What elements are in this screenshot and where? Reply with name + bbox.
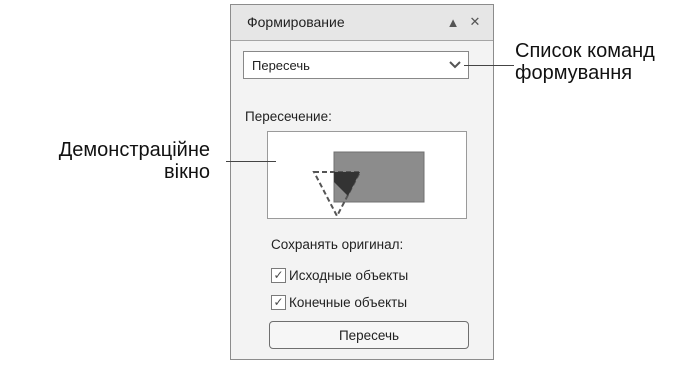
command-list-leader-line (464, 65, 514, 66)
command-select[interactable]: Пересечь (243, 51, 469, 79)
source-objects-label: Исходные объекты (289, 267, 409, 283)
preview-callout-line1: Демонстраційне (58, 139, 210, 161)
preview-callout-line2: вікно (164, 161, 210, 183)
preview-label: Пересечение: (245, 109, 332, 124)
command-list-callout: Список команд формування (515, 40, 655, 84)
triangle-up-icon[interactable]: ▲ (445, 14, 461, 30)
preview-window (267, 131, 467, 219)
target-objects-label: Конечные объекты (289, 294, 408, 310)
command-select-value: Пересечь (252, 58, 310, 73)
intersection-preview-illustration (312, 151, 425, 219)
chevron-down-svg (449, 61, 461, 69)
docker-titlebar: Формирование ▲ ✕ (231, 5, 493, 41)
command-list-callout-line1: Список команд (515, 40, 655, 62)
close-icon[interactable]: ✕ (467, 14, 483, 30)
keep-originals-label: Сохранять оригинал: (271, 237, 404, 252)
target-objects-option[interactable]: ✓ Конечные объекты (271, 292, 407, 312)
command-list-callout-line2: формування (515, 62, 633, 84)
chevron-down-icon[interactable] (444, 54, 466, 76)
source-objects-option[interactable]: ✓ Исходные объекты (271, 265, 408, 285)
preview-leader-line (226, 161, 276, 162)
source-objects-checkbox[interactable]: ✓ (271, 267, 286, 283)
preview-callout: Демонстраційне вікно (59, 139, 210, 183)
intersect-button[interactable]: Пересечь (269, 321, 469, 349)
target-objects-checkbox[interactable]: ✓ (271, 294, 286, 310)
shaping-docker: Формирование ▲ ✕ Пересечь Пересечение: С… (230, 4, 494, 360)
docker-title: Формирование (247, 14, 345, 30)
